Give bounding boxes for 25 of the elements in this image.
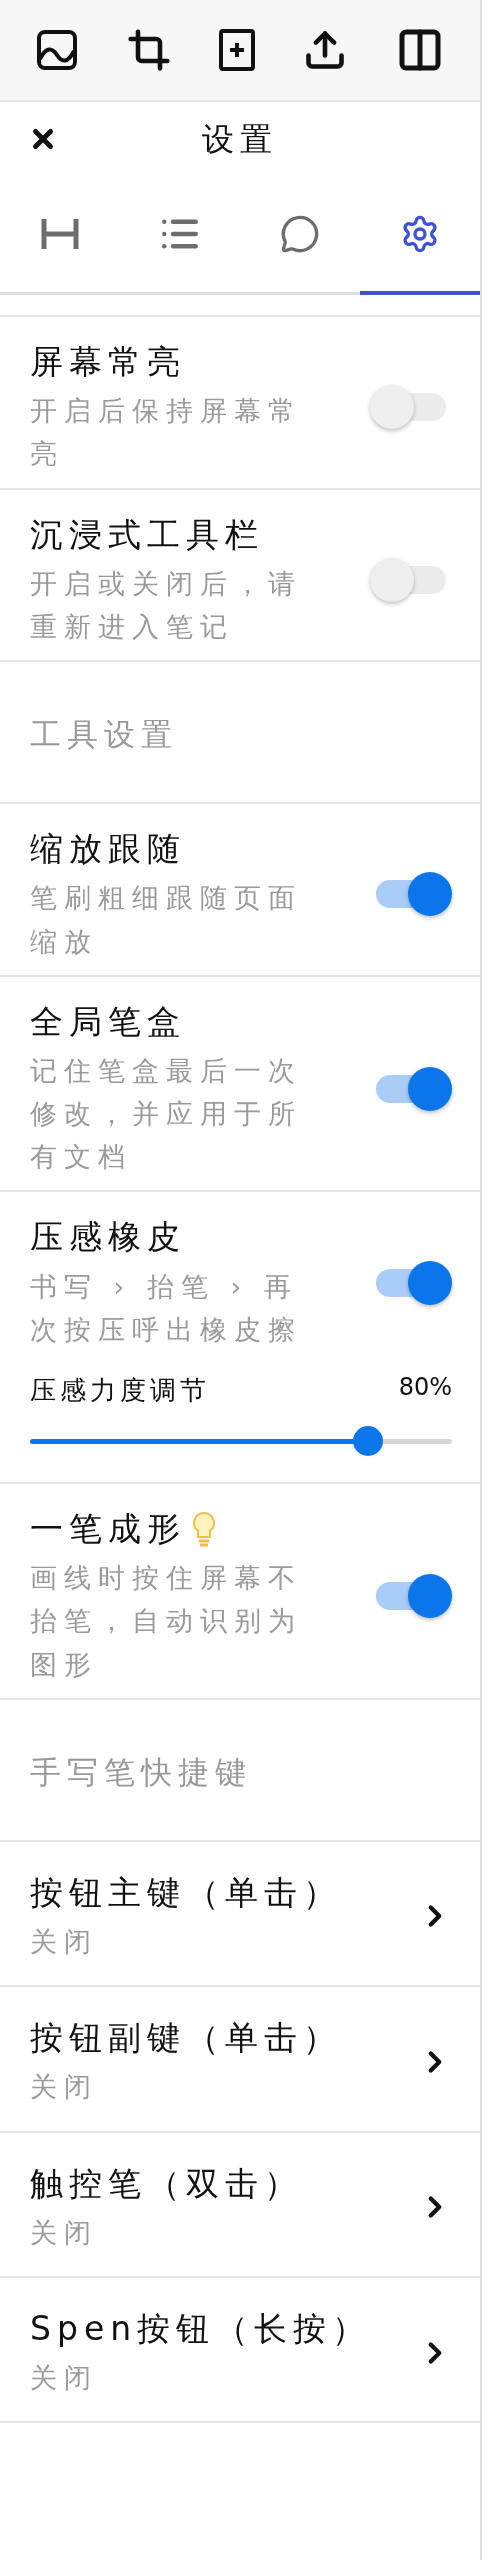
- section-heading: 工具设置: [30, 715, 179, 755]
- setting-title: 屏幕常亮: [30, 341, 186, 383]
- slider-value: 80%: [398, 1373, 452, 1403]
- setting-title: 一笔成形: [30, 1508, 186, 1550]
- setting-title: Spen按钮（长按）: [30, 2307, 372, 2350]
- setting-value: 关闭: [30, 2361, 99, 2396]
- setting-title: 沉浸式工具栏: [30, 513, 264, 556]
- section-heading: 手写笔快捷键: [30, 1752, 253, 1792]
- setting-value: 关闭: [30, 1924, 99, 1959]
- setting-description: 记住笔盒最后一次修改，并应用于所有文档: [30, 1053, 303, 1175]
- setting-title: 全局笔盒: [30, 1000, 186, 1043]
- setting-value: 关闭: [30, 2070, 99, 2105]
- setting-description: 开启后保持屏幕常亮: [30, 394, 303, 472]
- setting-value: 关闭: [30, 2215, 99, 2250]
- setting-title: 按钮主键（单击）: [30, 1871, 342, 1914]
- slider-label: 压感力度调节: [30, 1374, 210, 1407]
- setting-title: 按钮副键（单击）: [30, 2017, 342, 2060]
- setting-title: 压感橡皮: [30, 1216, 186, 1259]
- setting-description: 笔刷粗细跟随页面缩放: [30, 881, 303, 959]
- setting-description: 开启或关闭后，请重新进入笔记: [30, 566, 303, 644]
- setting-title: 缩放跟随: [30, 828, 186, 871]
- setting-description: 画线时按住屏幕不抬笔，自动识别为图形: [30, 1561, 303, 1682]
- setting-description: 书写 › 抬笔 › 再次按压呼出橡皮擦: [30, 1269, 303, 1347]
- panel-title: 设置: [202, 118, 278, 160]
- setting-title: 触控笔（双击）: [30, 2162, 303, 2205]
